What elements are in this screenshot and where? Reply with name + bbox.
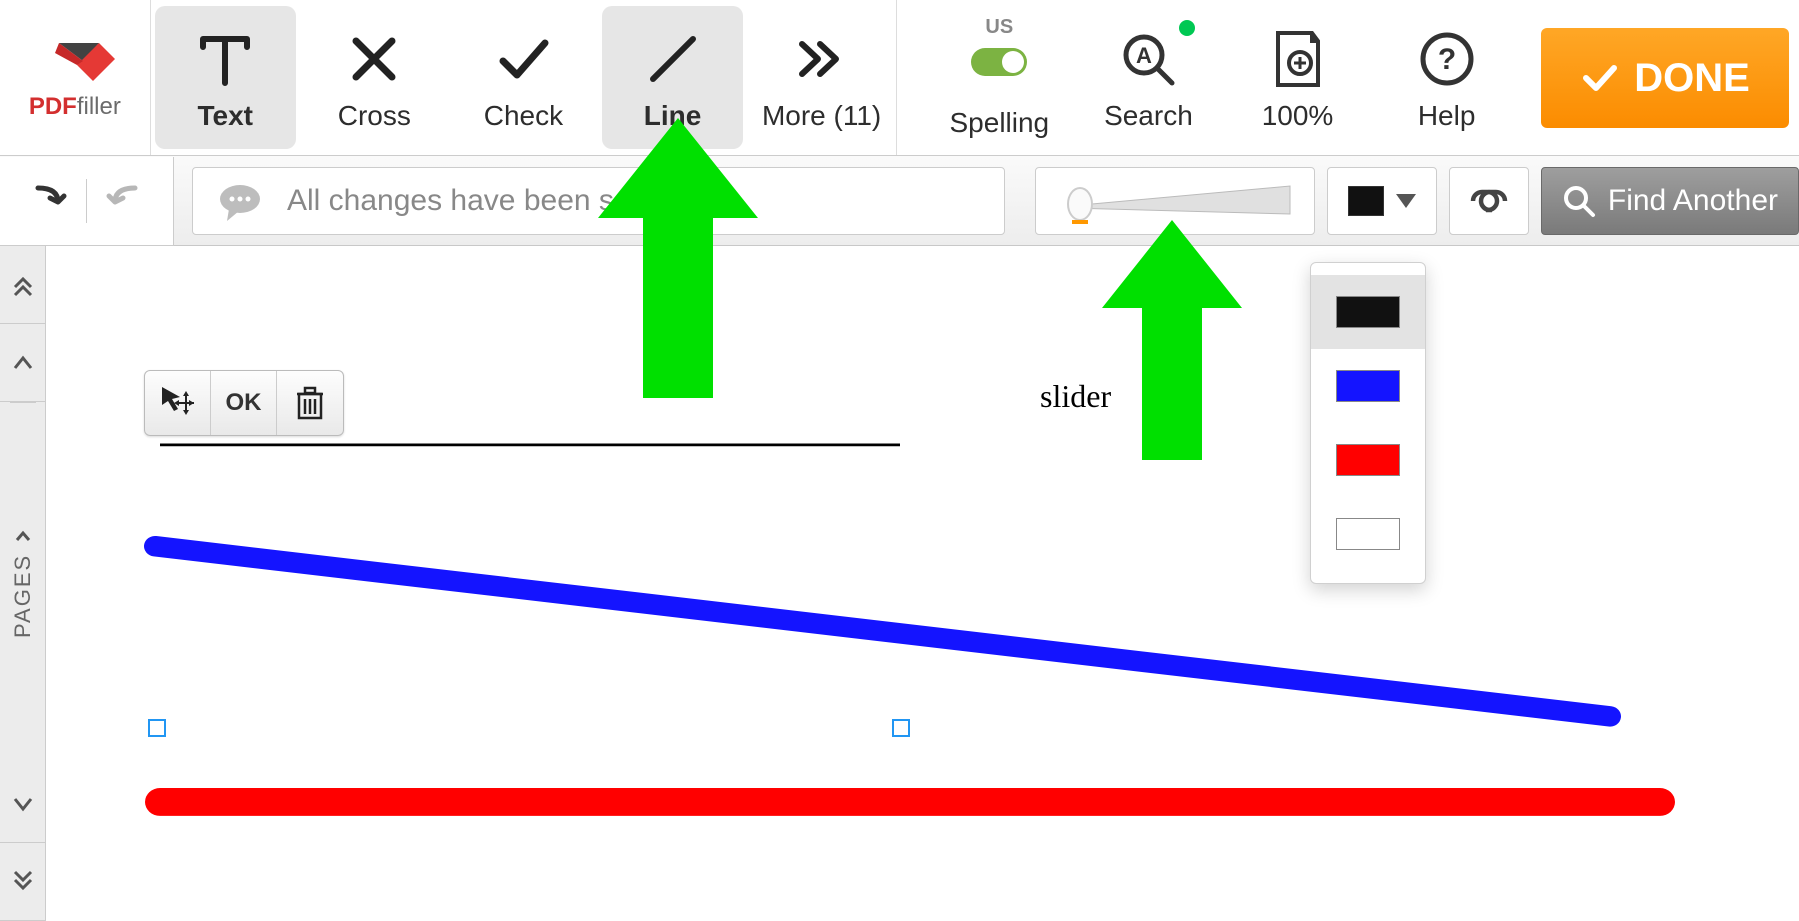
cross-icon bbox=[342, 24, 406, 94]
pages-sidebar: PAGES bbox=[0, 246, 46, 921]
svg-text:?: ? bbox=[1437, 43, 1455, 76]
tool-zoom[interactable]: 100% bbox=[1227, 6, 1368, 149]
link-icon bbox=[1467, 186, 1511, 216]
move-icon bbox=[160, 385, 196, 421]
tool-cross[interactable]: Cross bbox=[304, 6, 445, 149]
undo-button[interactable] bbox=[24, 178, 68, 223]
color-picker-popup bbox=[1310, 262, 1426, 584]
spelling-toggle-icon bbox=[971, 31, 1027, 101]
spelling-region-label: US bbox=[985, 16, 1013, 39]
search-icon: A bbox=[1116, 24, 1180, 94]
line-handle-end[interactable] bbox=[892, 719, 910, 737]
hyperlink-button[interactable] bbox=[1449, 167, 1529, 235]
annotation-slider-label: slider bbox=[1040, 378, 1111, 415]
selection-mini-toolbar: OK bbox=[144, 370, 344, 436]
svg-text:A: A bbox=[1136, 43, 1152, 68]
find-another-button[interactable]: Find Another bbox=[1541, 167, 1799, 235]
undo-redo-group bbox=[0, 157, 174, 246]
trash-icon bbox=[295, 386, 325, 420]
color-option-white[interactable] bbox=[1311, 497, 1425, 571]
color-option-blue[interactable] bbox=[1311, 349, 1425, 423]
pages-collapse-all-button[interactable] bbox=[0, 246, 45, 324]
status-text: All changes have been sa bbox=[287, 184, 631, 218]
current-color-swatch bbox=[1348, 186, 1384, 216]
line-icon bbox=[641, 24, 705, 94]
done-check-icon bbox=[1580, 58, 1620, 98]
annotation-arrow-line-tool bbox=[598, 118, 758, 408]
line-color-button[interactable] bbox=[1327, 167, 1437, 235]
pages-up-button[interactable] bbox=[0, 324, 45, 402]
dropdown-caret-icon bbox=[1396, 194, 1416, 208]
line-handle-start[interactable] bbox=[148, 719, 166, 737]
tool-spelling[interactable]: US Spelling bbox=[929, 6, 1070, 149]
color-option-black[interactable] bbox=[1311, 275, 1425, 349]
help-icon: ? bbox=[1417, 24, 1477, 94]
tool-text[interactable]: Text bbox=[155, 6, 296, 149]
tool-search[interactable]: A Search bbox=[1078, 6, 1219, 149]
done-button[interactable]: DONE bbox=[1541, 28, 1789, 128]
pages-label: PAGES bbox=[10, 402, 36, 765]
app-logo[interactable]: PDFfiller bbox=[0, 0, 151, 155]
pages-down-button[interactable] bbox=[0, 765, 45, 843]
text-icon bbox=[193, 24, 257, 94]
confirm-ok-button[interactable]: OK bbox=[211, 371, 277, 435]
annotation-arrow-slider bbox=[1102, 220, 1242, 470]
zoom-icon bbox=[1270, 24, 1326, 94]
delete-button[interactable] bbox=[277, 371, 343, 435]
redo-button[interactable] bbox=[105, 178, 149, 223]
more-icon bbox=[790, 24, 854, 94]
secondary-toolbar: All changes have been sa Find Another bbox=[0, 156, 1799, 246]
tool-help[interactable]: ? Help bbox=[1376, 6, 1517, 149]
pages-expand-all-button[interactable] bbox=[0, 843, 45, 921]
color-option-red[interactable] bbox=[1311, 423, 1425, 497]
speech-bubble-icon bbox=[217, 183, 263, 219]
document-canvas[interactable] bbox=[80, 270, 1799, 921]
logo-wordmark: PDFfiller bbox=[29, 93, 121, 121]
check-icon bbox=[491, 24, 555, 94]
main-toolbar: PDFfiller Text Cross Check Line More (11… bbox=[0, 0, 1799, 156]
logo-icon bbox=[47, 35, 103, 85]
tool-check[interactable]: Check bbox=[453, 6, 594, 149]
search-indicator-dot bbox=[1179, 20, 1195, 36]
find-search-icon bbox=[1562, 184, 1596, 218]
tool-more[interactable]: More (11) bbox=[751, 6, 892, 149]
move-handle-button[interactable] bbox=[145, 371, 211, 435]
